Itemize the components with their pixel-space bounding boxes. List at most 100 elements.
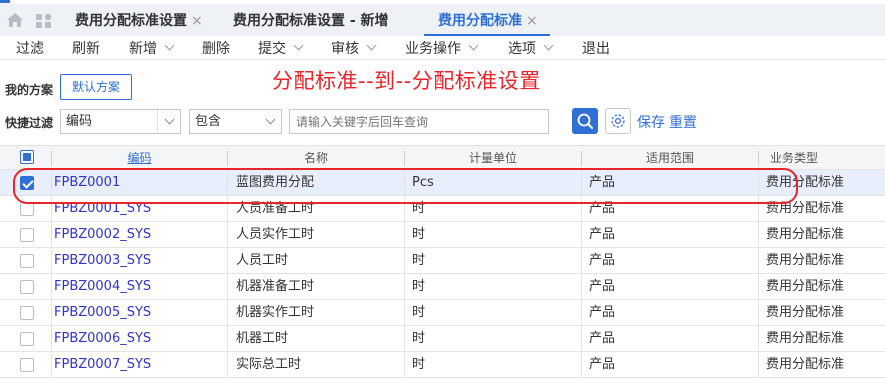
row-checkbox[interactable] <box>20 280 34 294</box>
table-row[interactable]: FPBZ0004_SYS 机器准备工时 时 产品 费用分配标准 <box>0 274 885 300</box>
cell-scope: 产品 <box>589 357 616 372</box>
chevron-down-icon[interactable] <box>543 40 554 51</box>
cell-name: 机器实作工时 <box>236 305 315 320</box>
audit-button-label: 审核 <box>331 41 359 57</box>
table-row[interactable]: FPBZ0003_SYS 人员工时 时 产品 费用分配标准 <box>0 248 885 274</box>
row-checkbox[interactable] <box>20 358 34 372</box>
row-checkbox[interactable] <box>20 254 34 268</box>
cell-name: 人员准备工时 <box>236 201 315 216</box>
cell-scope: 产品 <box>589 227 616 242</box>
search-button[interactable] <box>572 108 598 134</box>
cell-code[interactable]: FPBZ0003_SYS <box>54 248 226 273</box>
quick-filter-label: 快捷过滤 <box>5 116 54 130</box>
row-checkbox[interactable] <box>20 176 34 190</box>
tab-fee-standard-settings-new[interactable]: 费用分配标准设置 - 新增 <box>233 4 389 36</box>
cell-unit: 时 <box>412 279 426 294</box>
cell-type: 费用分配标准 <box>766 201 845 216</box>
cell-code[interactable]: FPBZ0005_SYS <box>54 300 226 325</box>
cell-code[interactable]: FPBZ0006_SYS <box>54 326 226 351</box>
default-scheme-button[interactable]: 默认方案 <box>60 74 132 100</box>
table-row[interactable]: FPBZ0002_SYS 人员实作工时 时 产品 费用分配标准 <box>0 222 885 248</box>
table-row[interactable]: FPBZ0005_SYS 机器实作工时 时 产品 费用分配标准 <box>0 300 885 326</box>
filter-operator-select[interactable]: 包含 <box>189 109 282 134</box>
chevron-down-icon[interactable] <box>468 40 479 51</box>
chevron-down-icon[interactable] <box>293 40 304 51</box>
top-accent-line <box>0 0 885 3</box>
row-checkbox[interactable] <box>20 228 34 242</box>
cell-type: 费用分配标准 <box>766 331 845 346</box>
apps-icon[interactable] <box>35 13 52 29</box>
row-checkbox[interactable] <box>20 202 34 216</box>
column-header-name[interactable]: 名称 <box>228 146 404 169</box>
cell-code[interactable]: FPBZ0001 <box>54 170 226 195</box>
cell-type: 费用分配标准 <box>766 279 845 294</box>
filter-operator-value: 包含 <box>195 114 222 129</box>
cell-name: 蓝图费用分配 <box>236 175 315 190</box>
table-row[interactable]: FPBZ0007_SYS 实际总工时 时 产品 费用分配标准 <box>0 352 885 378</box>
save-link[interactable]: 保存 <box>637 112 665 132</box>
chevron-down-icon[interactable] <box>164 40 175 51</box>
filter-field-value: 编码 <box>66 114 93 129</box>
filter-field-select[interactable]: 编码 <box>60 109 181 134</box>
column-header-type[interactable]: 业务类型 <box>770 146 885 169</box>
grid-header: 编码 名称 计量单位 适用范围 业务类型 <box>0 145 885 170</box>
column-header-unit[interactable]: 计量单位 <box>405 146 581 169</box>
annotation-text: 分配标准--到--分配标准设置 <box>272 69 541 93</box>
column-header-scope[interactable]: 适用范围 <box>582 146 758 169</box>
submit-button[interactable]: 提交 <box>258 38 304 58</box>
search-input[interactable] <box>289 109 549 134</box>
settings-button[interactable] <box>605 108 631 134</box>
select-all-checkbox[interactable] <box>20 150 34 164</box>
business-ops-button[interactable]: 业务操作 <box>405 38 479 58</box>
tab-label: 费用分配标准 <box>438 13 522 29</box>
tab-fee-standard[interactable]: 费用分配标准 × <box>424 4 550 36</box>
cell-code[interactable]: FPBZ0004_SYS <box>54 274 226 299</box>
cell-name: 机器准备工时 <box>236 279 315 294</box>
cell-scope: 产品 <box>589 201 616 216</box>
cell-code[interactable]: FPBZ0001_SYS <box>54 196 226 221</box>
cell-unit: 时 <box>412 331 426 346</box>
cell-name: 人员实作工时 <box>236 227 315 242</box>
table-row[interactable]: FPBZ0001 蓝图费用分配 Pcs 产品 费用分配标准 <box>0 170 885 196</box>
tab-label: 费用分配标准设置 - 新增 <box>233 13 389 29</box>
cell-type: 费用分配标准 <box>766 305 845 320</box>
cell-code[interactable]: FPBZ0007_SYS <box>54 352 226 377</box>
audit-button[interactable]: 审核 <box>331 38 377 58</box>
refresh-button[interactable]: 刷新 <box>72 38 100 58</box>
close-icon[interactable]: × <box>191 13 203 29</box>
options-button-label: 选项 <box>508 41 536 57</box>
row-checkbox[interactable] <box>20 306 34 320</box>
home-icon[interactable] <box>6 12 24 28</box>
exit-button[interactable]: 退出 <box>582 38 610 58</box>
options-button[interactable]: 选项 <box>508 38 554 58</box>
search-icon <box>577 113 593 129</box>
column-header-code[interactable]: 编码 <box>52 146 227 169</box>
table-row[interactable]: FPBZ0006_SYS 机器工时 时 产品 费用分配标准 <box>0 326 885 352</box>
chevron-down-icon[interactable] <box>265 114 276 125</box>
filter-button[interactable]: 过滤 <box>16 38 44 58</box>
tab-fee-standard-settings[interactable]: 费用分配标准设置 × <box>75 4 203 36</box>
cell-unit: 时 <box>412 227 426 242</box>
cell-code[interactable]: FPBZ0002_SYS <box>54 222 226 247</box>
chevron-down-icon[interactable] <box>366 40 377 51</box>
cell-scope: 产品 <box>589 175 616 190</box>
reset-link[interactable]: 重置 <box>669 112 697 132</box>
table-row[interactable]: FPBZ0001_SYS 人员准备工时 时 产品 费用分配标准 <box>0 196 885 222</box>
business-ops-label: 业务操作 <box>405 41 461 57</box>
scheme-label: 我的方案 <box>5 83 54 97</box>
delete-button[interactable]: 删除 <box>202 38 230 58</box>
close-icon[interactable]: × <box>526 13 538 29</box>
cell-type: 费用分配标准 <box>766 227 845 242</box>
cell-name: 机器工时 <box>236 331 289 346</box>
new-button[interactable]: 新增 <box>129 38 175 58</box>
cell-unit: 时 <box>412 305 426 320</box>
row-checkbox[interactable] <box>20 332 34 346</box>
cell-unit: Pcs <box>412 175 434 190</box>
cell-unit: 时 <box>412 201 426 216</box>
cell-type: 费用分配标准 <box>766 253 845 268</box>
chevron-down-icon[interactable] <box>164 114 175 125</box>
cell-scope: 产品 <box>589 279 616 294</box>
new-button-label: 新增 <box>129 41 157 57</box>
cell-scope: 产品 <box>589 253 616 268</box>
submit-button-label: 提交 <box>258 41 286 57</box>
